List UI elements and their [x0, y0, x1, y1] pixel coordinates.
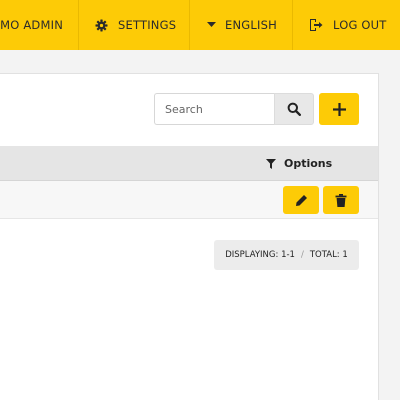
nav-language-select[interactable]: ENGLISH: [190, 0, 293, 50]
pencil-icon: [295, 194, 308, 207]
filter-icon: [266, 158, 276, 169]
logout-icon: [309, 18, 323, 32]
nav-admin-account[interactable]: EMO ADMIN: [0, 0, 79, 50]
nav-logout[interactable]: LOG OUT: [293, 0, 400, 50]
search-input[interactable]: [154, 93, 274, 125]
nav-admin-label: EMO ADMIN: [0, 18, 63, 32]
pagination-info: DISPLAYING: 1-1 / TOTAL: 1: [214, 240, 359, 270]
nav-settings-label: SETTINGS: [118, 18, 177, 32]
total-count: TOTAL: 1: [309, 250, 348, 260]
caret-down-icon: [207, 22, 216, 28]
search-group: [154, 93, 314, 125]
plus-icon: [332, 102, 346, 116]
top-navigation-bar: EMO ADMIN SETTINGS: [0, 0, 400, 50]
search-icon: [287, 102, 301, 116]
add-button[interactable]: [319, 93, 359, 125]
options-column-header[interactable]: Options: [266, 146, 332, 181]
nav-language-label: ENGLISH: [225, 18, 277, 32]
table-header: Options: [0, 146, 378, 181]
content-panel: Options DISPLAYING: 1-1 / TOTAL: 1: [0, 73, 379, 400]
table-row: [0, 181, 378, 219]
nav-logout-label: LOG OUT: [333, 18, 387, 32]
trash-icon: [335, 193, 347, 207]
pager-separator: /: [300, 250, 304, 260]
gear-icon: [95, 18, 108, 32]
options-header-label: Options: [284, 157, 333, 170]
nav-settings[interactable]: SETTINGS: [79, 0, 190, 50]
search-button[interactable]: [274, 93, 314, 125]
displaying-range: DISPLAYING: 1-1: [225, 250, 295, 260]
edit-button[interactable]: [283, 186, 319, 214]
delete-button[interactable]: [323, 186, 359, 214]
